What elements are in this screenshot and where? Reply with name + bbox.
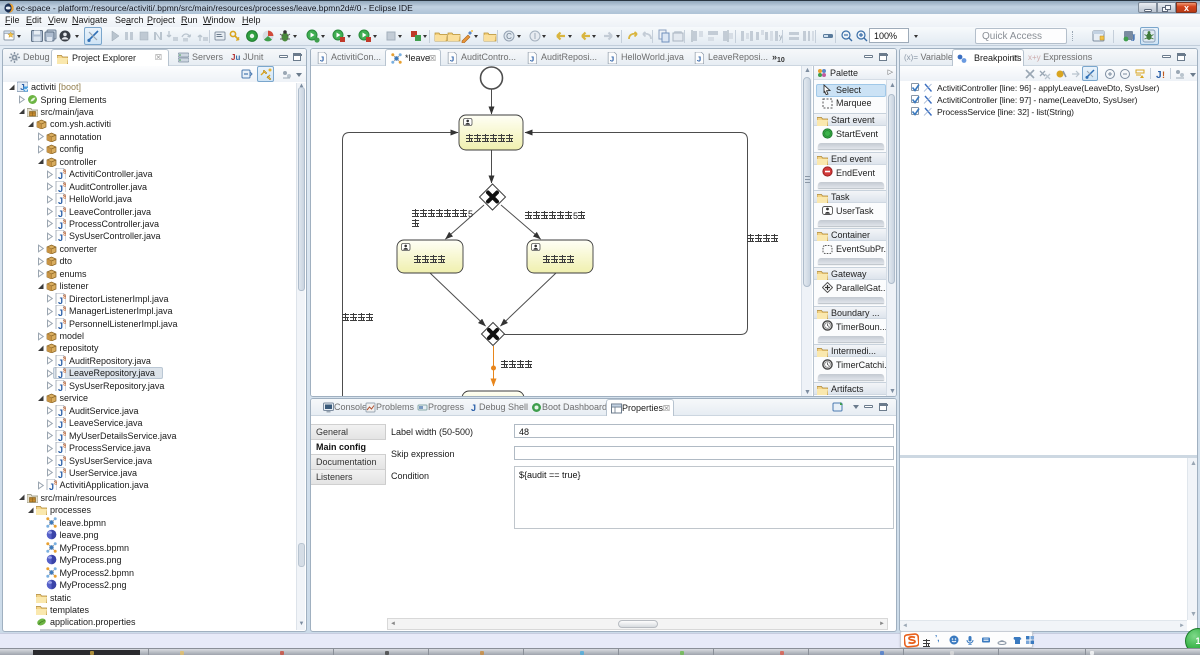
svg-text:J: J	[1131, 33, 1136, 43]
svg-text:J: J	[320, 54, 324, 63]
svg-text:J: J	[1156, 70, 1162, 80]
svg-text:I: I	[534, 32, 536, 41]
svg-text:J: J	[450, 54, 454, 63]
svg-text:C: C	[506, 32, 512, 41]
svg-text:J: J	[610, 54, 614, 63]
svg-text:J: J	[530, 54, 534, 63]
svg-text:J: J	[471, 403, 476, 413]
svg-text:!: !	[1162, 70, 1165, 80]
svg-text:J: J	[697, 54, 701, 63]
